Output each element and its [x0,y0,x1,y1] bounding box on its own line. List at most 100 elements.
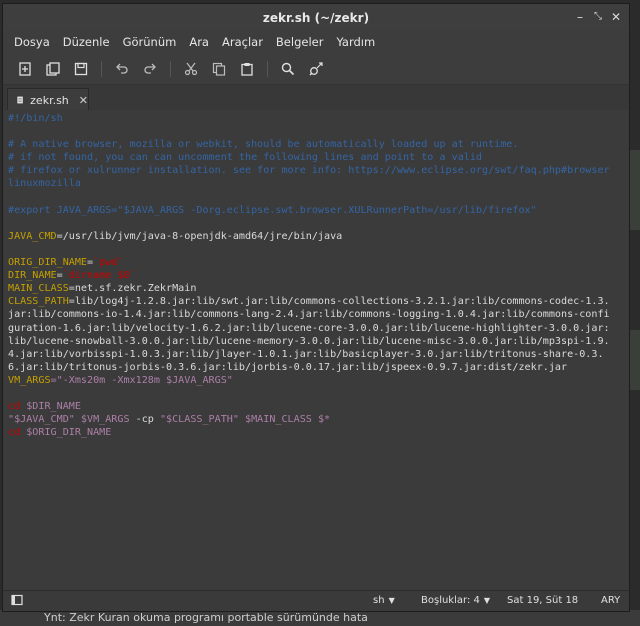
code-token: # if not found, you can can uncomment th… [8,152,483,164]
tab-bar: zekr.sh ✕ [3,85,629,112]
menu-file[interactable]: Dosya [9,35,55,49]
save-button[interactable] [67,56,95,82]
code-token: =lib/log4j-1.2.8.jar:lib/swt.jar:lib/com… [8,296,610,373]
code-editor[interactable]: #!/bin/sh # A native browser, mozilla or … [3,110,629,593]
title-bar[interactable]: zekr.sh (~/zekr) – ⤡ ✕ [3,4,629,30]
code-text[interactable]: #!/bin/sh # A native browser, mozilla or … [3,110,614,439]
code-token: "$CLASS_PATH" $MAIN_CLASS $* [159,414,331,426]
code-token: cd [8,427,21,439]
paste-button[interactable] [233,56,261,82]
background-window-edge [630,150,640,230]
code-token: ="-Xms20m -Xmx128m $JAVA_ARGS" [50,374,233,386]
save-icon [74,62,88,76]
toolbar-separator [101,61,102,77]
code-line[interactable]: DIR_NAME=`dirname $0` [8,269,614,282]
code-token: -cp [129,414,160,426]
code-line[interactable]: CLASS_PATH=lib/log4j-1.2.8.jar:lib/swt.j… [8,295,614,374]
status-bar: sh ▼ Boşluklar: 4 ▼ Sat 19, Süt 18 ARY [3,590,629,611]
code-token: ` [117,257,124,269]
menu-tools[interactable]: Araçlar [217,35,268,49]
tab-label: zekr.sh [30,93,69,107]
copy-icon [212,62,226,76]
menu-view[interactable]: Görünüm [118,35,182,49]
find-button[interactable] [274,56,302,82]
cut-button[interactable] [177,56,205,82]
tab-width-selector[interactable]: Boşluklar: 4 ▼ [421,591,490,611]
code-token: =net.sf.zekr.ZekrMain [68,283,197,295]
code-line[interactable] [8,125,614,138]
side-panel-icon[interactable] [11,594,23,606]
code-line[interactable] [8,387,614,400]
menu-help[interactable]: Yardım [331,35,380,49]
clipboard-icon [241,63,253,76]
code-line[interactable]: cd $ORIG_DIR_NAME [8,426,614,439]
code-line[interactable]: # A native browser, mozilla or webkit, s… [8,138,614,151]
background-post-title: Ynt: Zekr Kuran okuma programı portable … [0,610,640,626]
cursor-position: Sat 19, Süt 18 [507,595,579,606]
search-icon [281,62,295,76]
code-line[interactable]: cd $DIR_NAME [8,400,614,413]
toolbar [3,54,629,85]
code-line[interactable]: "$JAVA_CMD" $VM_ARGS -cp "$CLASS_PATH" $… [8,413,614,426]
insert-mode[interactable]: ARY [601,591,620,611]
new-document-icon [19,62,31,76]
window-title: zekr.sh (~/zekr) [262,11,370,25]
code-line[interactable]: #!/bin/sh [8,112,614,125]
copy-button[interactable] [205,56,233,82]
toolbar-separator [170,61,171,77]
code-token: DIR_NAME [8,270,57,282]
code-token: MAIN_CLASS [8,283,69,295]
text-editor-window: zekr.sh (~/zekr) – ⤡ ✕ Dosya Düzenle Gör… [2,3,630,612]
tab-close-icon[interactable]: ✕ [79,94,88,107]
open-button[interactable] [39,56,67,82]
undo-icon [116,63,128,74]
language-selector[interactable]: sh ▼ [373,591,395,611]
code-line[interactable] [8,217,614,230]
menu-search[interactable]: Ara [184,35,214,49]
redo-icon [144,63,156,74]
find-replace-button[interactable] [302,56,330,82]
code-token: ` [129,270,136,282]
close-icon[interactable]: ✕ [607,8,625,26]
menu-bar: Dosya Düzenle Görünüm Ara Araçlar Belgel… [3,30,629,54]
code-token: #!/bin/sh [8,113,63,124]
menu-edit[interactable]: Düzenle [58,35,115,49]
code-token: =/usr/lib/jvm/java-8-openjdk-amd64/jre/b… [56,230,343,242]
code-token: cd [8,401,21,413]
minimize-icon[interactable]: – [571,8,589,26]
undo-button[interactable] [108,56,136,82]
code-token: dirname $0 [68,270,130,282]
code-line[interactable] [8,191,614,204]
document-icon [17,96,23,104]
code-token: $DIR_NAME [20,401,81,413]
code-line[interactable]: # if not found, you can can uncomment th… [8,151,614,164]
scissors-icon [184,62,198,76]
code-line[interactable]: VM_ARGS="-Xms20m -Xmx128m $JAVA_ARGS" [8,374,614,387]
tab-width-label: Boşluklar: 4 [421,595,480,606]
chevron-down-icon: ▼ [483,596,491,605]
background-window-edge [630,330,640,390]
code-line[interactable]: # firefox or xulrunner installation. see… [8,164,614,190]
code-token: $ORIG_DIR_NAME [20,427,112,439]
code-token: # firefox or xulrunner installation. see… [8,165,610,190]
menu-documents[interactable]: Belgeler [271,35,329,49]
code-token: "$JAVA_CMD" $VM_ARGS [8,414,130,426]
code-line[interactable]: JAVA_CMD=/usr/lib/jvm/java-8-openjdk-amd… [8,230,614,243]
code-line[interactable]: MAIN_CLASS=net.sf.zekr.ZekrMain [8,282,614,295]
new-document-button[interactable] [11,56,39,82]
open-icon [46,62,60,76]
find-replace-icon [309,62,323,76]
restore-icon[interactable]: ⤡ [589,8,607,26]
code-token: CLASS_PATH [8,296,69,308]
code-line[interactable]: ORIG_DIR_NAME=`pwd` [8,256,614,269]
code-token: ORIG_DIR_NAME [8,257,88,269]
redo-button[interactable] [136,56,164,82]
code-line[interactable] [8,243,614,256]
tab-zekr-sh[interactable]: zekr.sh ✕ [7,88,89,111]
language-label: sh [373,595,385,606]
code-token: JAVA_CMD [8,230,57,242]
toolbar-separator [267,61,268,77]
code-line[interactable]: #export JAVA_ARGS="$JAVA_ARGS -Dorg.ecli… [8,204,614,217]
chevron-down-icon: ▼ [388,596,395,605]
code-token: #export JAVA_ARGS="$JAVA_ARGS -Dorg.ecli… [8,204,537,216]
